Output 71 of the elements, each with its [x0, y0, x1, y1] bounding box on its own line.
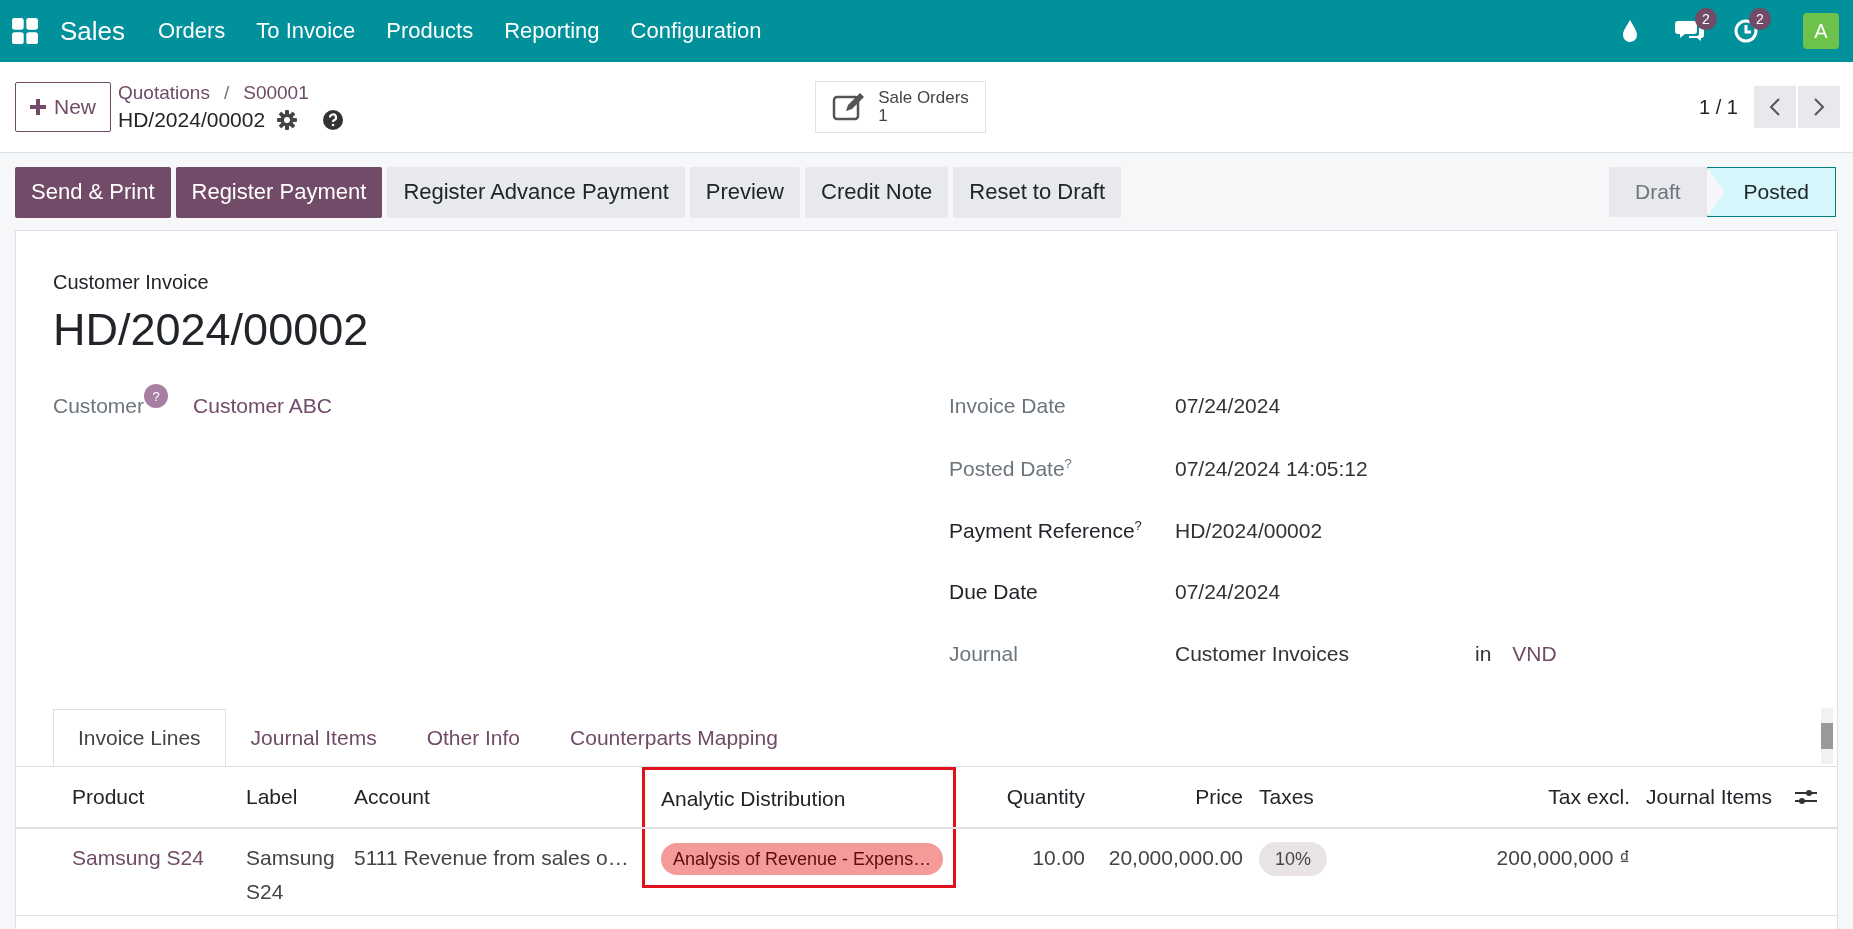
menu-item[interactable]: To Invoice	[256, 18, 356, 44]
field-value: in	[1475, 642, 1492, 666]
field-label: Invoice Date	[949, 394, 1067, 418]
field-value: HD/2024/00002	[1175, 519, 1324, 543]
column-header[interactable]: Quantity	[1006, 785, 1085, 809]
customer-link[interactable]: Customer ABC	[193, 394, 332, 418]
tab[interactable]: Invoice Lines	[53, 709, 226, 766]
breadcrumb-separator: /	[223, 82, 230, 104]
tax-tag: 10%	[1259, 842, 1328, 876]
field-value: 07/24/2024	[1175, 394, 1282, 418]
table-cell: 10.00	[1032, 846, 1085, 869]
column-header[interactable]: Tax excl.	[1548, 785, 1630, 809]
action-button[interactable]: Credit Note	[805, 166, 949, 218]
column-header[interactable]: Journal Items	[1646, 785, 1773, 809]
menu-item[interactable]: Products	[386, 18, 474, 44]
action-button[interactable]: Preview	[689, 166, 800, 218]
chevron-right-icon	[1813, 97, 1825, 117]
field-label: Journal	[949, 642, 1019, 666]
chevron-left-icon	[1769, 97, 1781, 117]
menu-item[interactable]: Reporting	[504, 18, 600, 44]
breadcrumb-link[interactable]: S00001	[243, 82, 309, 104]
field-value: 07/24/2024 14:05:12	[1175, 457, 1369, 481]
sale-orders-smart-button[interactable]: Sale Orders 1	[815, 81, 986, 133]
tab[interactable]: Other Info	[401, 709, 546, 766]
new-button[interactable]: New	[15, 82, 111, 132]
action-button[interactable]: Reset to Draft	[953, 166, 1121, 218]
breadcrumb-link[interactable]: Quotations	[118, 82, 210, 104]
app-name[interactable]: Sales	[60, 15, 126, 47]
field-value: Customer Invoices	[1175, 642, 1350, 666]
field-value: 07/24/2024	[1175, 580, 1282, 604]
scrollbar[interactable]	[1821, 708, 1833, 764]
table-cell: 5111 Revenue from sales o…	[354, 846, 629, 869]
column-header[interactable]: Taxes	[1259, 785, 1314, 809]
analytic-tag[interactable]: Analysis of Revenue - Expens…	[661, 843, 944, 875]
table-cell: 20,000,000.00	[1108, 846, 1243, 869]
field-label: Payment Reference$^{?}$	[949, 518, 1143, 543]
product-link[interactable]: Samsung S24	[72, 846, 204, 869]
field-label: Posted Date$^{?}$	[949, 456, 1073, 481]
invoice-title: HD/2024/00002	[53, 304, 370, 356]
status-step[interactable]: Draft	[1609, 167, 1707, 217]
gear-icon[interactable]	[277, 110, 298, 130]
menu-item[interactable]: Configuration	[630, 18, 762, 44]
table-cell: Samsung S24	[246, 846, 335, 903]
plus-icon	[30, 99, 46, 115]
pager-value: 1 / 1	[1699, 95, 1738, 119]
action-button[interactable]: Register Advance Payment	[387, 166, 685, 218]
field-label: Due Date	[949, 580, 1039, 604]
edit-icon	[832, 92, 867, 122]
help-icon[interactable]	[323, 110, 344, 130]
column-header[interactable]: Price	[1195, 785, 1243, 809]
status-step[interactable]: Posted	[1706, 167, 1836, 217]
previous-button[interactable]	[1754, 86, 1796, 128]
tab[interactable]: Counterparts Mapping	[545, 709, 803, 766]
menu-item[interactable]: Orders	[158, 18, 226, 44]
currency-link[interactable]: VND	[1512, 642, 1557, 666]
apps-grid-icon[interactable]	[12, 18, 38, 44]
column-header[interactable]: Label	[246, 785, 298, 809]
column-header[interactable]: Product	[72, 785, 145, 809]
column-header[interactable]: Account	[354, 785, 430, 809]
action-button[interactable]: Send & Print	[15, 166, 171, 218]
column-settings-icon[interactable]	[1795, 788, 1817, 806]
record-name: HD/2024/00002	[118, 108, 266, 132]
next-button[interactable]	[1798, 86, 1840, 128]
tab[interactable]: Journal Items	[225, 709, 402, 766]
field-label: Customer	[53, 394, 145, 418]
document-type: Customer Invoice	[53, 271, 210, 294]
notification-badge: 2	[1695, 8, 1717, 30]
notification-badge: 2	[1749, 8, 1771, 30]
drop-icon[interactable]	[1621, 19, 1639, 43]
action-button[interactable]: Register Payment	[175, 166, 383, 218]
table-cell: 200,000,000 ₫	[1496, 846, 1630, 869]
